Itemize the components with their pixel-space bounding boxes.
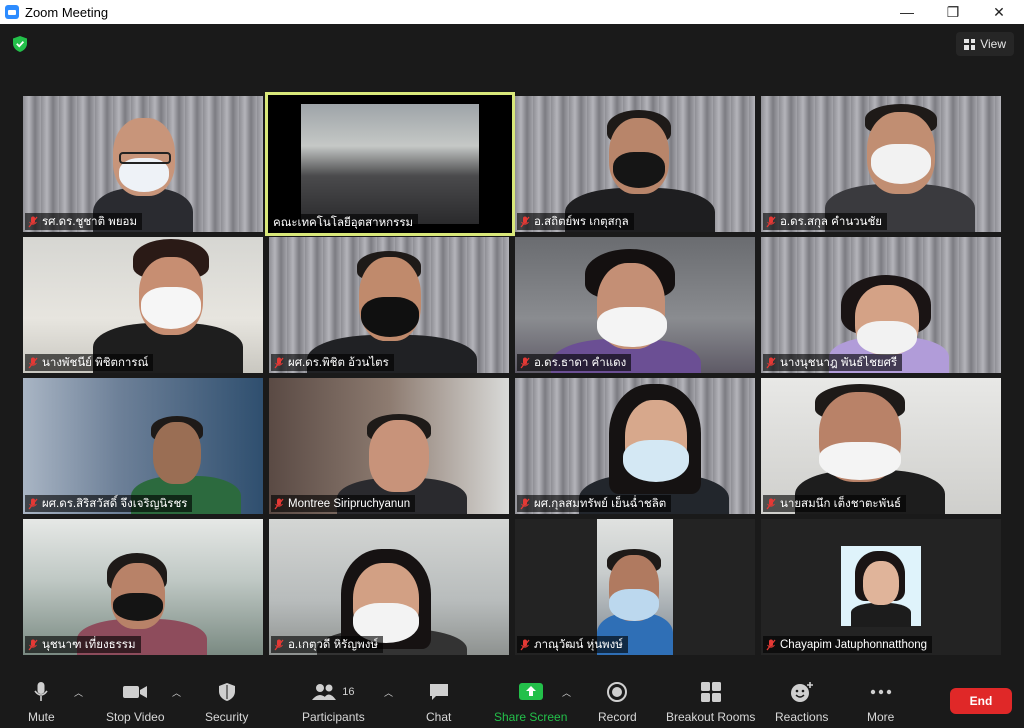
participants-icon bbox=[312, 684, 337, 700]
participant-name-tag: อ.สถิตย์พร เกตุสกุล bbox=[517, 213, 634, 230]
participants-options-chevron-icon[interactable]: ︿ bbox=[384, 686, 393, 698]
muted-mic-icon bbox=[28, 639, 38, 650]
muted-mic-icon bbox=[520, 216, 530, 227]
muted-mic-icon bbox=[766, 216, 776, 227]
video-tile[interactable]: นางนุชนาฎ พันธ์ไชยศรี bbox=[761, 237, 1001, 373]
reactions-button[interactable]: Reactions bbox=[775, 680, 828, 724]
muted-mic-icon bbox=[520, 357, 530, 368]
video-tile[interactable]: ผศ.กุลสมทรัพย์ เย็นฉ่ำชลิต bbox=[515, 378, 755, 514]
participant-name-tag: นางนุชนาฎ พันธ์ไชยศรี bbox=[763, 354, 903, 371]
muted-mic-icon bbox=[274, 639, 284, 650]
muted-mic-icon bbox=[520, 498, 530, 509]
video-tile-avatar[interactable]: Chayapim Jatuphonnatthong bbox=[761, 519, 1001, 655]
participant-name-tag: อ.เกตุวดี หิรัญพงษ์ bbox=[271, 636, 383, 653]
participant-name-tag: ผศ.กุลสมทรัพย์ เย็นฉ่ำชลิต bbox=[517, 495, 672, 512]
share-screen-icon bbox=[518, 683, 543, 700]
security-button[interactable]: Security bbox=[205, 680, 248, 724]
window-title: Zoom Meeting bbox=[25, 4, 109, 20]
participant-name-tag: นางพัชนีย์ พิชิตการณ์ bbox=[25, 354, 154, 371]
participants-count: 16 bbox=[342, 686, 355, 698]
participant-name-tag: ผศ.ดร.พิชิต อ้วนไตร bbox=[271, 354, 394, 371]
participant-name-tag: ผศ.ดร.สิริสวัสดิ์ จึงเจริญนิรชร bbox=[25, 495, 193, 512]
video-tile[interactable]: Montree Siripruchyanun bbox=[269, 378, 509, 514]
record-button[interactable]: Record bbox=[598, 680, 637, 724]
share-options-chevron-icon[interactable]: ︿ bbox=[562, 686, 571, 698]
muted-mic-icon bbox=[520, 639, 530, 650]
breakout-rooms-button[interactable]: Breakout Rooms bbox=[666, 680, 755, 724]
chat-button[interactable]: Chat bbox=[426, 680, 451, 724]
muted-mic-icon bbox=[274, 498, 284, 509]
participant-name-tag: อ.ดร.ธาดา คำแดง bbox=[517, 354, 632, 371]
view-button[interactable]: View bbox=[956, 32, 1014, 56]
muted-mic-icon bbox=[274, 357, 284, 368]
view-label: View bbox=[980, 37, 1006, 51]
muted-mic-icon bbox=[28, 498, 38, 509]
end-meeting-button[interactable]: End bbox=[950, 688, 1012, 714]
chat-bubble-icon bbox=[429, 684, 448, 700]
microphone-icon bbox=[34, 682, 48, 701]
participant-name-tag: ภาณุวัฒน์ หุ่นพงษ์ bbox=[517, 636, 628, 653]
muted-mic-icon bbox=[28, 357, 38, 368]
video-tile[interactable]: รศ.ดร.ชูชาติ พยอม bbox=[23, 96, 263, 232]
close-button[interactable]: ✕ bbox=[976, 0, 1022, 24]
window-titlebar: Zoom Meeting — ❐ ✕ bbox=[0, 0, 1024, 24]
participant-name-tag: คณะเทคโนโลยีอุตสาหกรรม bbox=[270, 214, 419, 231]
video-tile[interactable]: ภาณุวัฒน์ หุ่นพงษ์ bbox=[515, 519, 755, 655]
security-shield-icon bbox=[218, 683, 235, 701]
participant-name-tag: รศ.ดร.ชูชาติ พยอม bbox=[25, 213, 143, 230]
participant-name-tag: อ.ดร.สกุล คำนวนชัย bbox=[763, 213, 888, 230]
shield-icon[interactable] bbox=[12, 35, 28, 53]
minimize-button[interactable]: — bbox=[884, 0, 930, 24]
video-tile[interactable]: อ.ดร.สกุล คำนวนชัย bbox=[761, 96, 1001, 232]
video-options-chevron-icon[interactable]: ︿ bbox=[172, 686, 181, 698]
emoji-reaction-icon bbox=[790, 682, 813, 702]
meeting-controls-toolbar: Mute ︿ Stop Video ︿ Security 16 Particip… bbox=[0, 672, 1024, 728]
participants-button[interactable]: 16 Participants bbox=[302, 680, 365, 724]
participant-name-tag: นายสมนึก เต็งชาตะพันธ์ bbox=[763, 495, 907, 512]
maximize-button[interactable]: ❐ bbox=[930, 0, 976, 24]
participant-name-tag: Chayapim Jatuphonnatthong bbox=[763, 636, 933, 653]
video-camera-icon bbox=[123, 686, 148, 698]
video-tile[interactable]: ผศ.ดร.พิชิต อ้วนไตร bbox=[269, 237, 509, 373]
video-tile[interactable]: นายสมนึก เต็งชาตะพันธ์ bbox=[761, 378, 1001, 514]
video-tile[interactable]: นางพัชนีย์ พิชิตการณ์ bbox=[23, 237, 263, 373]
muted-mic-icon bbox=[766, 357, 776, 368]
zoom-app-icon bbox=[5, 5, 19, 19]
participant-name-tag: Montree Siripruchyanun bbox=[271, 495, 416, 512]
video-gallery: View รศ.ดร.ชูชาติ พยอม คณะเทคโนโลยีอุตสา… bbox=[0, 24, 1024, 672]
more-dots-icon bbox=[870, 689, 891, 695]
muted-mic-icon bbox=[766, 639, 776, 650]
muted-mic-icon bbox=[28, 216, 38, 227]
video-tile[interactable]: อ.เกตุวดี หิรัญพงษ์ bbox=[269, 519, 509, 655]
more-button[interactable]: More bbox=[867, 680, 894, 724]
share-screen-button[interactable]: Share Screen bbox=[494, 680, 567, 724]
participant-name-tag: นุชนาฑ เที่ยงธรรม bbox=[25, 636, 141, 653]
stop-video-button[interactable]: Stop Video bbox=[106, 680, 165, 724]
video-tile[interactable]: นุชนาฑ เที่ยงธรรม bbox=[23, 519, 263, 655]
grid-view-icon bbox=[964, 38, 976, 50]
video-tile[interactable]: อ.ดร.ธาดา คำแดง bbox=[515, 237, 755, 373]
video-tile[interactable]: ผศ.ดร.สิริสวัสดิ์ จึงเจริญนิรชร bbox=[23, 378, 263, 514]
video-tile[interactable]: อ.สถิตย์พร เกตุสกุล bbox=[515, 96, 755, 232]
record-icon bbox=[607, 682, 628, 702]
audio-options-chevron-icon[interactable]: ︿ bbox=[74, 686, 83, 698]
breakout-rooms-icon bbox=[700, 682, 721, 702]
video-tile-active-speaker[interactable]: คณะเทคโนโลยีอุตสาหกรรม bbox=[265, 92, 515, 236]
muted-mic-icon bbox=[766, 498, 776, 509]
mute-button[interactable]: Mute bbox=[28, 680, 55, 724]
